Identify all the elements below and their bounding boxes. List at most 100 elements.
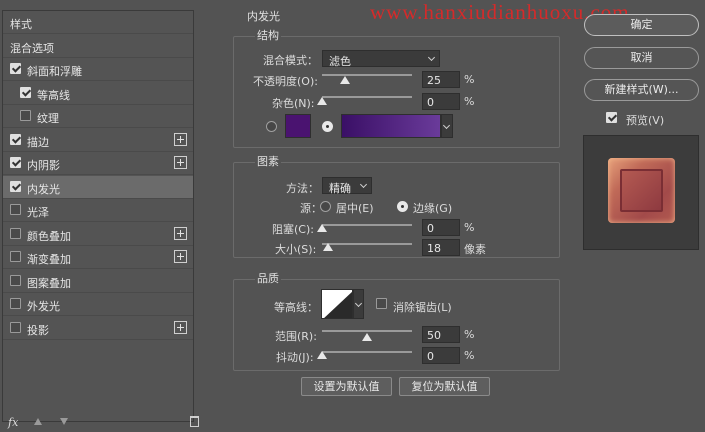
style-item-checkbox[interactable] <box>10 157 21 168</box>
size-slider-thumb[interactable] <box>323 243 333 251</box>
style-item[interactable]: 纹理 <box>3 105 193 128</box>
fx-button[interactable]: fx <box>8 416 18 429</box>
style-item-label: 混合选项 <box>10 42 54 55</box>
elements-title: 图素 <box>255 153 281 169</box>
source-edge-radio[interactable] <box>397 201 408 212</box>
opacity-slider-track[interactable] <box>322 74 412 76</box>
blend-mode-select[interactable]: 滤色 <box>322 50 440 68</box>
choke-label: 阻塞(C): <box>272 223 314 236</box>
style-item[interactable]: 混合选项 <box>3 35 193 58</box>
styles-header: 样式 <box>3 11 193 34</box>
add-effect-icon[interactable] <box>174 250 187 263</box>
style-item-checkbox[interactable] <box>10 134 21 145</box>
contour-picker-button[interactable] <box>353 289 364 319</box>
style-item-label: 纹理 <box>37 112 59 125</box>
style-item[interactable]: 图案叠加 <box>3 270 193 293</box>
contour-preview[interactable] <box>321 289 353 319</box>
ok-button[interactable]: 确定 <box>584 14 699 36</box>
noise-label: 杂色(N): <box>272 97 315 110</box>
style-item-checkbox[interactable] <box>10 298 21 309</box>
solid-color-swatch[interactable] <box>285 114 311 138</box>
new-style-button[interactable]: 新建样式(W)... <box>584 79 699 101</box>
noise-slider-track[interactable] <box>322 96 412 98</box>
source-center-radio[interactable] <box>320 201 331 212</box>
jitter-slider-track[interactable] <box>322 351 412 353</box>
add-effect-icon[interactable] <box>174 133 187 146</box>
style-item[interactable]: 内阴影 <box>3 152 193 175</box>
styles-panel: 样式 混合选项斜面和浮雕 等高线纹理描边内阴影内发光光泽颜色叠加渐变叠加图案叠加外… <box>0 0 199 432</box>
gradient-picker-button[interactable] <box>441 114 453 138</box>
range-unit: % <box>464 328 475 341</box>
noise-unit: % <box>464 95 475 108</box>
style-item[interactable]: 渐变叠加 <box>3 246 193 269</box>
style-item-checkbox[interactable] <box>10 275 21 286</box>
preview-checkbox[interactable] <box>606 112 617 123</box>
style-item-checkbox[interactable] <box>10 322 21 333</box>
cancel-button[interactable]: 取消 <box>584 47 699 69</box>
range-slider-thumb[interactable] <box>362 333 372 341</box>
opacity-value: 25 <box>427 74 441 87</box>
jitter-slider-thumb[interactable] <box>317 351 327 359</box>
style-preview <box>583 135 699 250</box>
style-item[interactable]: 颜色叠加 <box>3 223 193 246</box>
jitter-value: 0 <box>427 350 434 363</box>
style-item-checkbox[interactable] <box>10 181 21 192</box>
add-effect-icon[interactable] <box>174 156 187 169</box>
size-slider-track[interactable] <box>322 243 412 245</box>
blend-mode-value: 滤色 <box>329 55 351 68</box>
style-item-checkbox[interactable] <box>20 87 31 98</box>
style-item-label: 颜色叠加 <box>27 230 71 243</box>
style-item-checkbox[interactable] <box>10 228 21 239</box>
style-item-checkbox[interactable] <box>10 204 21 215</box>
style-item-checkbox[interactable] <box>10 251 21 262</box>
jitter-unit: % <box>464 349 475 362</box>
choke-input[interactable]: 0 <box>422 219 460 236</box>
trash-icon[interactable] <box>190 416 199 427</box>
range-label: 范围(R): <box>275 330 317 343</box>
make-default-button[interactable]: 设置为默认值 <box>301 377 392 396</box>
add-effect-icon[interactable] <box>174 227 187 240</box>
chevron-down-icon <box>359 180 368 189</box>
chevron-down-icon <box>442 121 451 130</box>
choke-slider-track[interactable] <box>322 224 412 226</box>
quality-title: 品质 <box>255 270 281 286</box>
range-slider-track[interactable] <box>322 330 412 332</box>
move-down-icon[interactable] <box>60 418 68 425</box>
style-item-label: 内阴影 <box>27 159 60 172</box>
noise-slider-thumb[interactable] <box>317 97 327 105</box>
opacity-input[interactable]: 25 <box>422 71 460 88</box>
style-item[interactable]: 描边 <box>3 129 193 152</box>
choke-slider-thumb[interactable] <box>317 224 327 232</box>
opacity-slider-thumb[interactable] <box>340 76 350 84</box>
add-effect-icon[interactable] <box>174 321 187 334</box>
style-item-label: 内发光 <box>27 183 60 196</box>
jitter-input[interactable]: 0 <box>422 347 460 364</box>
style-item-checkbox[interactable] <box>10 63 21 74</box>
preview-label: 预览(V) <box>626 114 665 127</box>
reset-default-button[interactable]: 复位为默认值 <box>399 377 490 396</box>
style-item-label: 图案叠加 <box>27 277 71 290</box>
gradient-radio[interactable] <box>322 121 333 132</box>
technique-select[interactable]: 精确 <box>322 177 372 195</box>
move-up-icon[interactable] <box>34 418 42 425</box>
style-item[interactable]: 等高线 <box>3 82 193 105</box>
range-input[interactable]: 50 <box>422 326 460 343</box>
size-input[interactable]: 18 <box>422 239 460 256</box>
style-item[interactable]: 外发光 <box>3 293 193 316</box>
noise-input[interactable]: 0 <box>422 93 460 110</box>
style-item[interactable]: 投影 <box>3 317 193 340</box>
source-center-label: 居中(E) <box>336 202 374 215</box>
antialias-checkbox[interactable] <box>376 298 387 309</box>
preview-inner-square <box>620 169 663 212</box>
gradient-swatch[interactable] <box>341 114 441 138</box>
style-item-label: 外发光 <box>27 300 60 313</box>
solid-color-radio[interactable] <box>266 121 277 132</box>
style-item[interactable]: 光泽 <box>3 199 193 222</box>
style-item-label: 光泽 <box>27 206 49 219</box>
preview-square <box>608 158 675 223</box>
technique-value: 精确 <box>329 182 351 195</box>
style-item[interactable]: 内发光 <box>3 176 193 199</box>
style-item[interactable]: 斜面和浮雕 <box>3 58 193 81</box>
range-value: 50 <box>427 329 441 342</box>
style-item-checkbox[interactable] <box>20 110 31 121</box>
